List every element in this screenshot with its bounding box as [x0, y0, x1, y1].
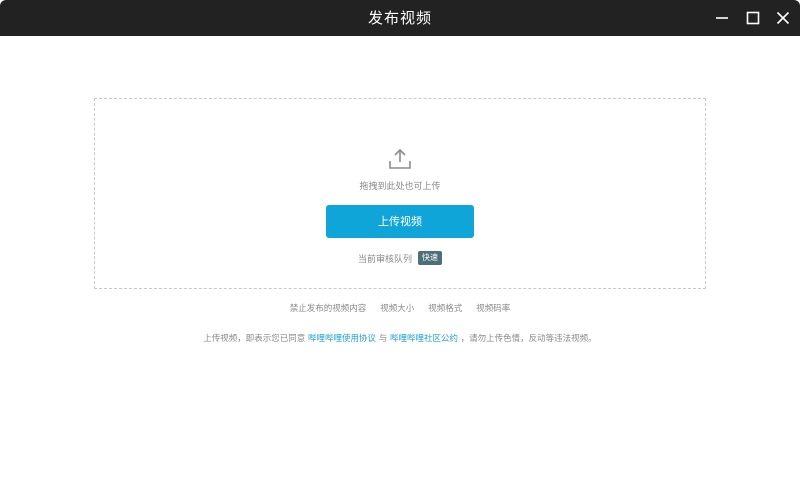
- drag-hint-text: 拖拽到此处也可上传: [359, 182, 441, 192]
- close-icon: [776, 11, 790, 25]
- rule-links: 禁止发布的视频内容 视频大小 视频格式 视频码率: [270, 302, 530, 316]
- agreement-text: 上传视频，即表示您已同意 哔哩哔哩使用协议 与 哔哩哔哩社区公约 ，请勿上传色情…: [120, 332, 680, 346]
- queue-status-badge: 快速: [418, 251, 442, 265]
- agreement-conj: 与: [378, 334, 388, 344]
- minimize-button[interactable]: [710, 6, 734, 30]
- agreement-prefix: 上传视频，即表示您已同意: [203, 334, 306, 344]
- title-bar: 发布视频: [0, 0, 800, 36]
- rule-link-video-size[interactable]: 视频大小: [380, 302, 414, 316]
- terms-of-use-link[interactable]: 哔哩哔哩使用协议: [308, 334, 376, 344]
- minimize-icon: [716, 17, 728, 19]
- review-queue: 当前审核队列 快速: [300, 250, 500, 266]
- upload-video-button[interactable]: 上传视频: [326, 205, 474, 238]
- window-title: 发布视频: [367, 9, 432, 27]
- maximize-button[interactable]: [741, 6, 765, 30]
- community-guidelines-link[interactable]: 哔哩哔哩社区公约: [390, 334, 458, 344]
- maximize-icon: [746, 11, 760, 25]
- rule-link-video-format[interactable]: 视频格式: [428, 302, 462, 316]
- agreement-suffix: ，请勿上传色情，反动等违法视频。: [460, 334, 597, 344]
- upload-tray-arrow-icon: [389, 148, 411, 169]
- close-button[interactable]: [771, 6, 795, 30]
- queue-label: 当前审核队列: [357, 254, 412, 265]
- rule-link-prohibited-content[interactable]: 禁止发布的视频内容: [290, 302, 367, 316]
- rule-link-video-bitrate[interactable]: 视频码率: [476, 302, 510, 316]
